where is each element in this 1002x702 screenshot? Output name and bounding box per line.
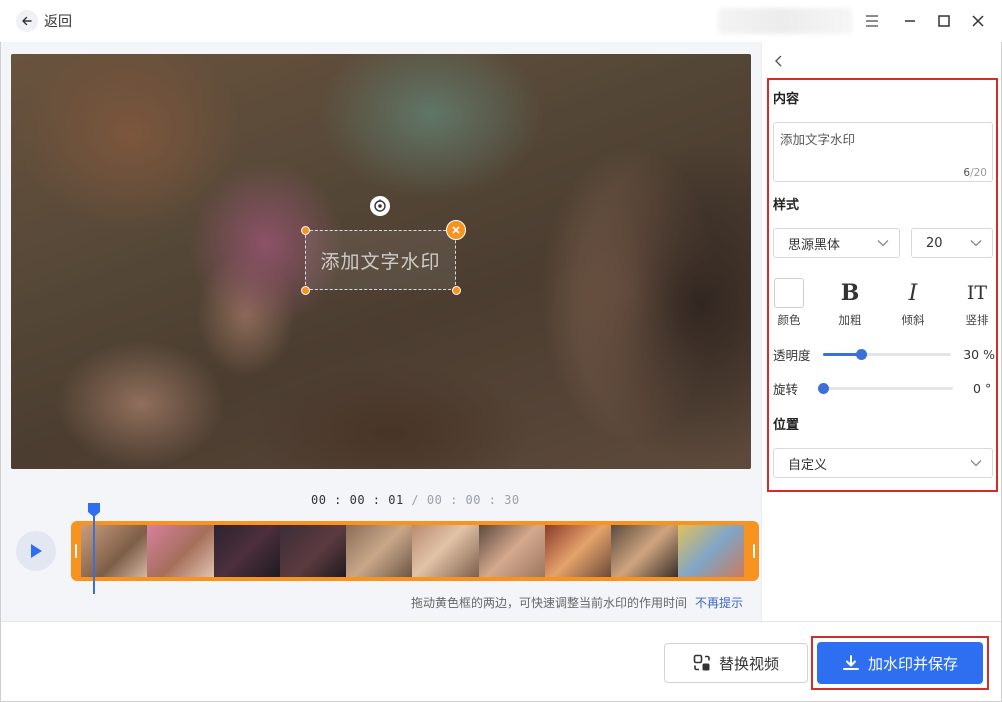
hint-text: 拖动黄色框的两边，可快速调整当前水印的作用时间 bbox=[410, 596, 687, 610]
play-icon bbox=[31, 544, 42, 558]
back-label: 返回 bbox=[44, 14, 72, 30]
watermark-text: 添加文字水印 bbox=[320, 250, 441, 273]
bold-button[interactable]: B 加粗 bbox=[830, 278, 870, 328]
film-frame bbox=[213, 525, 280, 577]
film-frame bbox=[279, 525, 347, 577]
trim-handle-left[interactable] bbox=[71, 525, 81, 577]
watermark-settings: 内容 添加文字水印 6/20 样式 思源黑体 20 颜色 B 加粗 I 倾斜 I… bbox=[767, 78, 998, 492]
film-frame bbox=[81, 525, 148, 577]
title-bar: 返回 bbox=[0, 0, 1002, 42]
rotate-icon[interactable] bbox=[370, 196, 390, 216]
video-preview[interactable]: 添加文字水印 bbox=[11, 54, 751, 469]
opacity-slider[interactable] bbox=[822, 348, 952, 360]
chevron-down-icon bbox=[970, 240, 982, 247]
italic-label: 倾斜 bbox=[901, 313, 925, 327]
bold-icon: B bbox=[840, 280, 860, 306]
time-separator: / bbox=[403, 493, 427, 507]
italic-button[interactable]: I 倾斜 bbox=[893, 278, 933, 328]
opacity-unit: % bbox=[983, 346, 996, 362]
vertical-text-icon: IT bbox=[966, 282, 988, 304]
opacity-thumb[interactable] bbox=[856, 348, 868, 360]
playhead-handle[interactable] bbox=[87, 502, 101, 518]
chevron-left-icon[interactable] bbox=[770, 52, 788, 70]
film-frame bbox=[147, 525, 214, 577]
italic-icon: I bbox=[908, 280, 918, 306]
watermark-box[interactable]: 添加文字水印 bbox=[305, 230, 456, 290]
replace-video-label: 替换视频 bbox=[718, 654, 779, 673]
rotation-label: 旋转 bbox=[773, 381, 799, 397]
trim-handle-right[interactable] bbox=[749, 525, 759, 577]
opacity-label: 透明度 bbox=[773, 347, 811, 363]
film-frame bbox=[478, 525, 546, 577]
rotation-unit: ° bbox=[985, 380, 992, 396]
resize-handle-bottom-left[interactable] bbox=[301, 286, 310, 295]
opacity-row: 透明度 30 % bbox=[773, 345, 995, 363]
char-count-max: /20 bbox=[970, 167, 987, 179]
color-swatch bbox=[774, 278, 804, 308]
chevron-down-icon bbox=[877, 240, 889, 247]
film-frame bbox=[611, 525, 678, 577]
vertical-label: 竖排 bbox=[965, 313, 989, 327]
bold-label: 加粗 bbox=[838, 313, 862, 327]
rotation-slider[interactable] bbox=[818, 382, 953, 394]
color-label: 颜色 bbox=[777, 313, 801, 327]
arrow-left-icon bbox=[16, 10, 38, 32]
char-count: 6/20 bbox=[963, 167, 987, 179]
font-size-value: 20 bbox=[926, 235, 943, 251]
style-title: 样式 bbox=[773, 198, 800, 213]
timeline-track[interactable] bbox=[71, 521, 759, 581]
playhead-line bbox=[93, 516, 95, 594]
back-button[interactable]: 返回 bbox=[16, 8, 72, 34]
replace-video-button[interactable]: 替换视频 bbox=[664, 643, 808, 683]
blurred-region bbox=[718, 8, 853, 34]
minimize-icon[interactable] bbox=[900, 11, 920, 31]
content-textarea[interactable]: 添加文字水印 6/20 bbox=[773, 122, 993, 182]
rotation-row: 旋转 0 ° bbox=[773, 379, 995, 397]
settings-panel: 内容 添加文字水印 6/20 样式 思源黑体 20 颜色 B 加粗 I 倾斜 I… bbox=[761, 42, 1001, 621]
dismiss-hint-link[interactable]: 不再提示 bbox=[695, 594, 743, 611]
position-value: 自定义 bbox=[788, 457, 828, 473]
download-icon bbox=[842, 655, 859, 670]
opacity-value: 30 bbox=[963, 346, 980, 362]
position-select[interactable]: 自定义 bbox=[773, 448, 993, 478]
position-title: 位置 bbox=[773, 418, 800, 433]
menu-icon[interactable] bbox=[862, 11, 882, 31]
save-watermark-button[interactable]: 加水印并保存 bbox=[817, 642, 983, 684]
editor-area: 添加文字水印 00 : 00 : 01 / 00 : 00 : 30 拖动黄色框… bbox=[1, 42, 761, 621]
font-family-select[interactable]: 思源黑体 bbox=[773, 228, 900, 258]
resize-handle-bottom-right[interactable] bbox=[452, 286, 461, 295]
resize-handle-top-left[interactable] bbox=[301, 226, 310, 235]
font-family-value: 思源黑体 bbox=[788, 237, 841, 253]
close-icon[interactable] bbox=[968, 11, 988, 31]
current-time: 00 : 00 : 01 bbox=[311, 493, 404, 507]
film-frame bbox=[346, 525, 413, 577]
film-frame bbox=[412, 525, 479, 577]
play-button[interactable] bbox=[16, 531, 56, 571]
font-size-select[interactable]: 20 bbox=[911, 228, 993, 258]
film-frame bbox=[677, 525, 744, 577]
action-bar: 替换视频 加水印并保存 bbox=[1, 621, 1001, 701]
color-tool[interactable]: 颜色 bbox=[769, 278, 809, 328]
film-frame bbox=[545, 525, 612, 577]
rotation-value: 0 bbox=[973, 380, 981, 396]
timecode: 00 : 00 : 01 / 00 : 00 : 30 bbox=[311, 493, 520, 507]
timeline-hint: 拖动黄色框的两边，可快速调整当前水印的作用时间 不再提示 bbox=[411, 594, 743, 611]
replace-icon bbox=[693, 654, 710, 671]
maximize-icon[interactable] bbox=[934, 11, 954, 31]
content-title: 内容 bbox=[773, 92, 800, 107]
chevron-down-icon bbox=[970, 460, 982, 467]
save-watermark-label: 加水印并保存 bbox=[867, 654, 958, 673]
total-time: 00 : 00 : 30 bbox=[426, 493, 520, 507]
rotation-thumb[interactable] bbox=[818, 382, 829, 394]
vertical-button[interactable]: IT 竖排 bbox=[957, 278, 997, 328]
content-value: 添加文字水印 bbox=[780, 132, 856, 147]
filmstrip bbox=[81, 525, 744, 577]
watermark-delete-icon[interactable] bbox=[446, 220, 466, 240]
